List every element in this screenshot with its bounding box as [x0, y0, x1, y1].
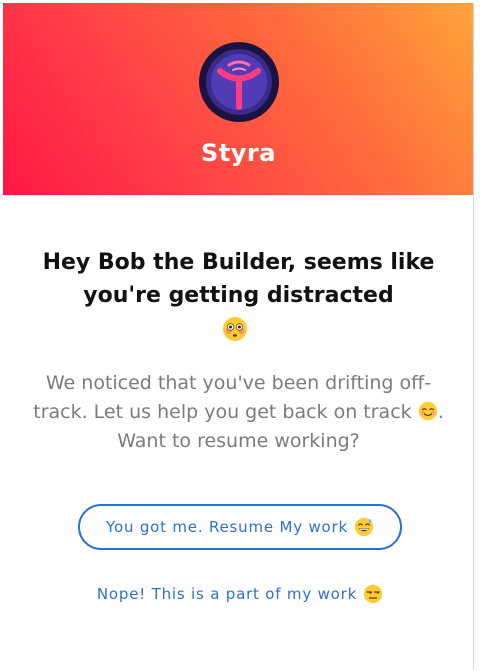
headline: Hey Bob the Builder, seems like you're g…: [42, 250, 435, 308]
message-part-1: We noticed that you've been drifting off…: [33, 372, 432, 423]
nope-part-of-work-label: Nope! This is a part of my work: [96, 585, 358, 603]
header-banner: Styra: [3, 3, 473, 195]
message-text: We noticed that you've been drifting off…: [33, 369, 444, 456]
resume-work-label: You got me. Resume My work: [106, 518, 348, 536]
brand-name: Styra: [201, 139, 276, 167]
grinning-sweat-emoji-icon: [354, 517, 374, 537]
distraction-popup: Styra Hey Bob the Builder, seems like yo…: [3, 3, 474, 669]
smiling-face-emoji-icon: [418, 401, 437, 421]
resume-work-button[interactable]: You got me. Resume My work: [78, 504, 402, 550]
unamused-face-emoji-icon: [363, 584, 383, 604]
flushed-face-emoji-icon: [223, 317, 247, 341]
window-edge: [474, 0, 480, 671]
styra-logo-icon: [199, 42, 279, 122]
nope-part-of-work-link[interactable]: Nope! This is a part of my work: [78, 579, 402, 609]
